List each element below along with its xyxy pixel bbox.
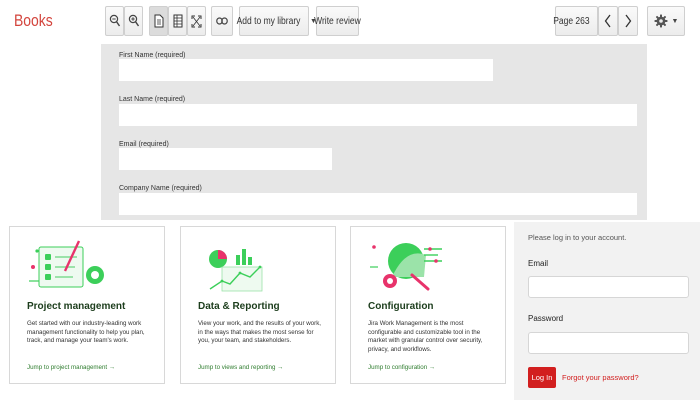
zoom-out-button[interactable]: [105, 6, 124, 36]
next-page-button[interactable]: [618, 6, 638, 36]
jump-to-project-management-link[interactable]: Jump to project management →: [27, 364, 115, 371]
jump-to-configuration-link[interactable]: Jump to configuration →: [368, 364, 435, 371]
first-name-field[interactable]: [119, 59, 493, 81]
add-to-library-button[interactable]: Add to my library ▼: [236, 6, 317, 36]
card-description: Jira Work Management is the most configu…: [368, 320, 483, 353]
toolbar: Books Add to my library ▼ Write review P…: [0, 0, 700, 44]
write-review-label: Write review: [314, 15, 361, 27]
settings-button[interactable]: ▼: [647, 6, 685, 36]
login-email-input[interactable]: [528, 276, 689, 298]
single-page-view-button[interactable]: [149, 6, 168, 36]
settings-gear-icon: [654, 14, 668, 28]
fullscreen-icon: [191, 15, 202, 27]
chevron-down-icon: ▼: [671, 17, 679, 25]
list-view-button[interactable]: [168, 6, 187, 36]
page-select[interactable]: Page 263 ▼: [552, 6, 603, 36]
fullscreen-button[interactable]: [187, 6, 206, 36]
login-panel: Please log in to your account. Email Pas…: [514, 222, 700, 400]
forgot-password-link[interactable]: Forgot your password?: [562, 373, 639, 382]
card-project-management: Project management Get started with our …: [9, 226, 165, 384]
email-field[interactable]: [119, 148, 332, 170]
last-name-label: Last Name (required): [119, 96, 186, 103]
email-label: Email: [528, 259, 549, 268]
last-name-field[interactable]: [119, 104, 637, 126]
write-review-button[interactable]: Write review: [314, 6, 361, 36]
jump-to-views-and-reporting-link[interactable]: Jump to views and reporting →: [198, 364, 283, 371]
project-management-illustration: [29, 240, 104, 288]
zoom-in-button[interactable]: [124, 6, 143, 36]
zoom-in-icon: [128, 14, 139, 27]
card-title: Data & Reporting: [198, 301, 280, 312]
card-title: Project management: [27, 301, 126, 312]
login-intro-text: Please log in to your account.: [528, 233, 627, 242]
signup-form: First Name (required) Last Name (require…: [101, 44, 647, 220]
add-to-library-label: Add to my library: [236, 15, 301, 27]
card-description: Get started with our industry-leading wo…: [27, 320, 145, 345]
password-label: Password: [528, 314, 564, 323]
card-title: Configuration: [368, 301, 434, 312]
company-name-field[interactable]: [119, 193, 637, 215]
card-configuration: Configuration Jira Work Management is th…: [350, 226, 506, 384]
link-icon: [216, 17, 228, 25]
chevron-right-icon: [625, 14, 632, 28]
configuration-illustration: [370, 243, 442, 291]
email-label: Email (required): [119, 141, 169, 148]
single-page-icon: [154, 14, 163, 28]
page-label: Page 263: [552, 15, 590, 27]
app-title: Books: [14, 11, 53, 30]
link-button[interactable]: [211, 6, 233, 36]
login-password-input[interactable]: [528, 332, 689, 354]
first-name-label: First Name (required): [119, 52, 186, 59]
company-name-label: Company Name (required): [119, 185, 202, 192]
login-button[interactable]: Log In: [528, 367, 556, 388]
data-reporting-illustration: [209, 249, 263, 292]
card-description: View your work, and the results of your …: [198, 320, 322, 345]
list-view-icon: [173, 14, 182, 28]
chevron-left-icon: [604, 14, 611, 28]
previous-page-button[interactable]: [598, 6, 618, 36]
zoom-out-icon: [109, 14, 120, 27]
card-data-reporting: Data & Reporting View your work, and the…: [180, 226, 336, 384]
